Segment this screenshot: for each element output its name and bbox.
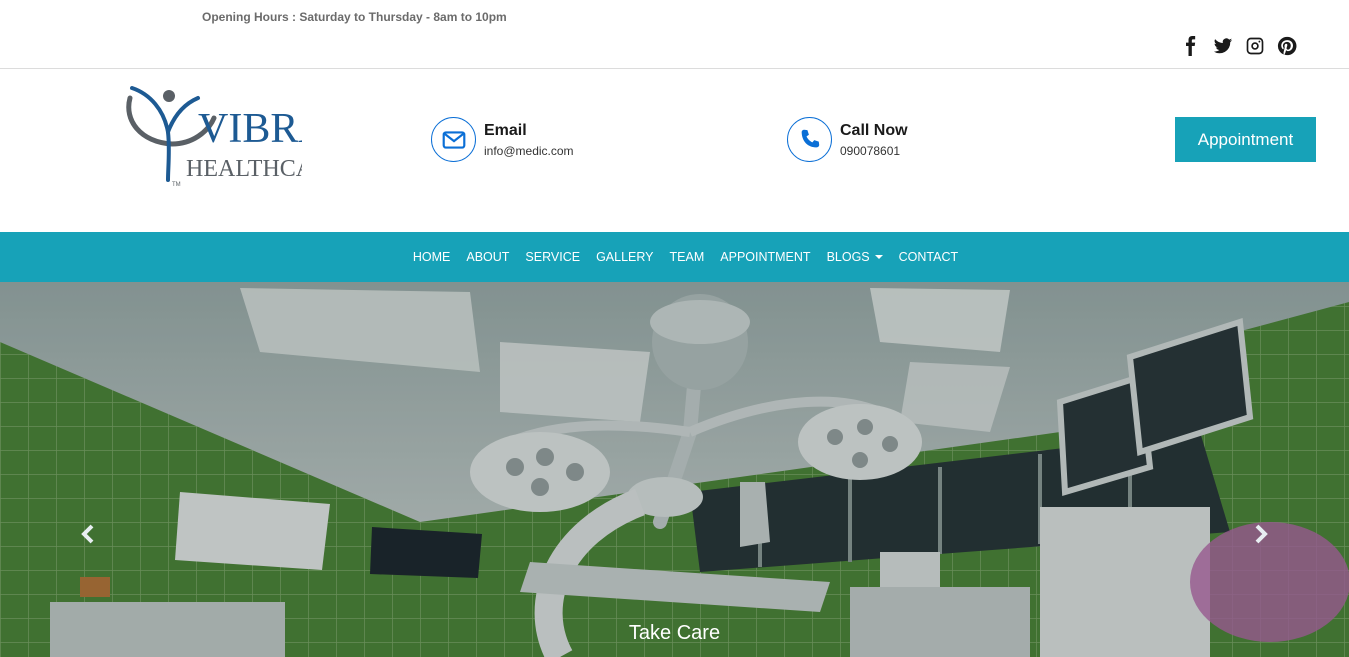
email-contact: Email info@medic.com [431,117,574,162]
nav-label: BLOGS [826,250,870,264]
nav-label: ABOUT [466,250,510,264]
nav-label: HOME [412,250,451,264]
nav-item-blogs[interactable]: BLOGS [819,250,891,264]
email-title: Email [484,122,527,139]
operating-room-image [0,282,1349,657]
email-address[interactable]: info@medic.com [484,144,574,158]
logo-text-vibra: VIBRA [198,106,302,152]
carousel-prev-arrow[interactable] [76,522,100,546]
nav-item-team[interactable]: TEAM [662,250,713,264]
phone-icon [787,117,832,162]
call-contact: Call Now 090078601 [787,117,908,162]
nav-item-about[interactable]: ABOUT [458,250,517,264]
opening-hours: Opening Hours : Saturday to Thursday - 8… [202,10,507,24]
hero-carousel: Take Care [0,282,1349,657]
nav-label: GALLERY [596,250,654,264]
pinterest-icon[interactable] [1276,35,1297,56]
carousel-next-arrow[interactable] [1249,522,1273,546]
site-header: VIBRA HEALTHCARE TM Email info@medic.com… [0,70,1349,232]
appointment-button[interactable]: Appointment [1175,117,1316,162]
nav-item-service[interactable]: SERVICE [517,250,588,264]
nav-item-gallery[interactable]: GALLERY [588,250,661,264]
nav-label: APPOINTMENT [720,250,811,264]
logo-text-healthcare: HEALTHCARE [186,156,302,182]
call-title: Call Now [840,122,908,139]
caret-down-icon [874,255,883,259]
vibra-healthcare-logo[interactable]: VIBRA HEALTHCARE TM [122,80,344,190]
envelope-icon [431,117,476,162]
nav-label: TEAM [669,250,705,264]
main-nav: HOME ABOUT SERVICE GALLERY TEAM APPOINTM… [0,232,1349,282]
nav-item-appointment[interactable]: APPOINTMENT [712,250,818,264]
nav-item-home[interactable]: HOME [405,250,459,264]
hero-caption: Take Care [628,622,721,644]
phone-number[interactable]: 090078601 [840,144,908,158]
nav-label: SERVICE [525,250,581,264]
top-bar: Opening Hours : Saturday to Thursday - 8… [0,0,1349,69]
logo-trademark: TM [172,182,181,188]
social-links [1180,35,1297,56]
twitter-icon[interactable] [1212,35,1233,56]
instagram-icon[interactable] [1244,35,1265,56]
facebook-icon[interactable] [1180,35,1201,56]
nav-label: CONTACT [898,250,959,264]
nav-item-contact[interactable]: CONTACT [891,250,967,264]
